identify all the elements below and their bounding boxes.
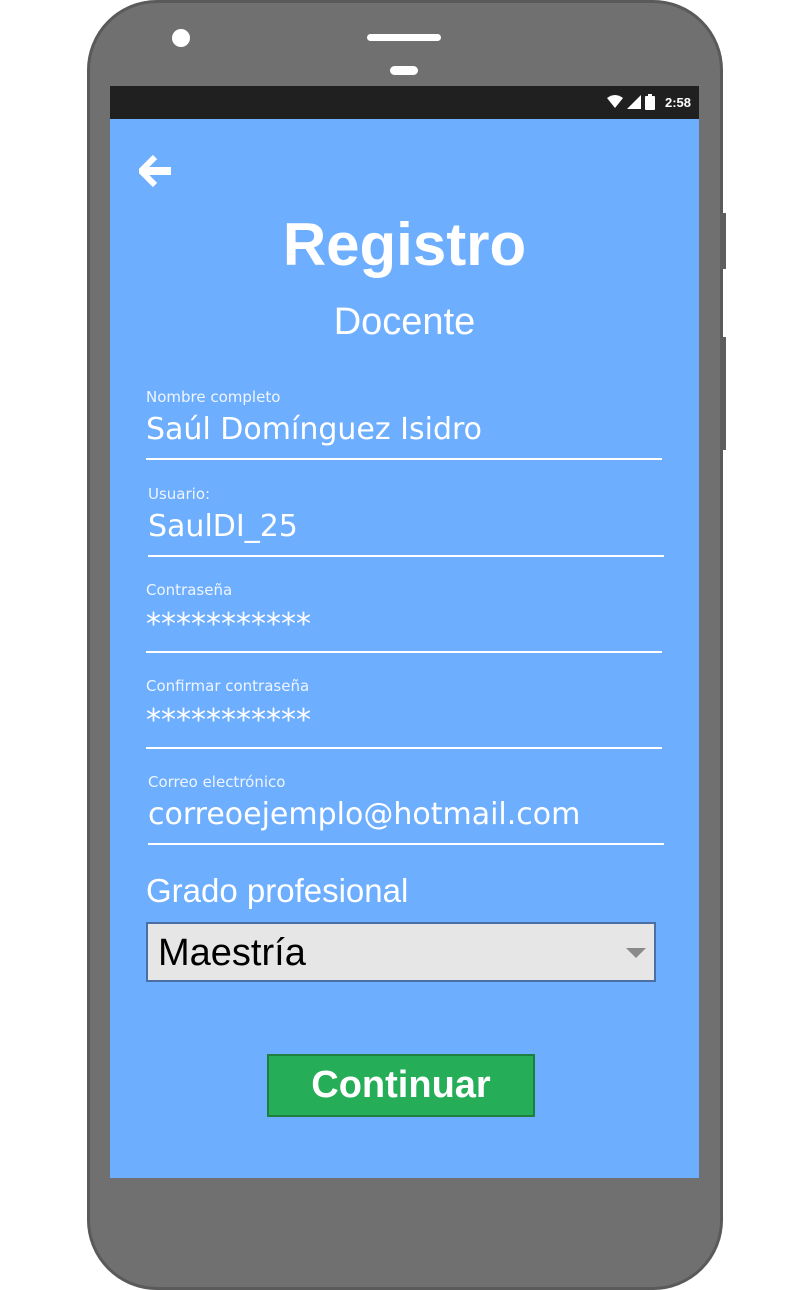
nombre-label: Nombre completo — [146, 388, 281, 406]
nombre-field[interactable]: Nombre completo Saúl Domínguez Isidro — [146, 388, 662, 460]
confirmar-label: Confirmar contraseña — [146, 677, 310, 695]
correo-input[interactable]: correoejemplo@hotmail.com — [148, 797, 664, 832]
grado-selected-value: Maestría — [158, 932, 306, 974]
proximity-sensor — [390, 66, 418, 75]
page-subtitle: Docente — [333, 301, 476, 343]
wifi-icon — [606, 95, 623, 108]
front-camera — [172, 29, 190, 47]
arrow-left-icon — [139, 155, 171, 187]
confirmar-field[interactable]: Confirmar contraseña *********** — [146, 677, 662, 749]
signal-icon — [626, 95, 641, 109]
correo-field[interactable]: Correo electrónico correoejemplo@hotmail… — [148, 773, 664, 845]
contrasena-field[interactable]: Contraseña *********** — [146, 581, 662, 653]
page-title: Registro — [282, 211, 527, 278]
earpiece-speaker — [367, 34, 441, 41]
usuario-input[interactable]: SaulDI_25 — [148, 509, 664, 544]
back-button[interactable] — [138, 154, 174, 188]
confirmar-input[interactable]: *********** — [146, 703, 662, 738]
chevron-down-icon — [626, 948, 646, 958]
status-time: 2:58 — [664, 94, 691, 110]
grado-label: Grado profesional — [146, 872, 409, 909]
grado-select[interactable]: Maestría — [146, 922, 656, 982]
app-screen: 2:58 Registro Docente Nombre completo Sa… — [110, 86, 699, 1178]
nombre-input[interactable]: Saúl Domínguez Isidro — [146, 412, 662, 447]
status-icons: 2:58 — [606, 90, 691, 114]
usuario-field[interactable]: Usuario: SaulDI_25 — [148, 485, 664, 557]
contrasena-label: Contraseña — [146, 581, 233, 599]
power-button — [720, 337, 726, 450]
contrasena-input[interactable]: *********** — [146, 607, 662, 642]
usuario-label: Usuario: — [148, 485, 211, 503]
volume-button — [720, 213, 726, 269]
correo-label: Correo electrónico — [148, 773, 286, 791]
battery-icon — [644, 94, 655, 110]
status-bar: 2:58 — [110, 86, 699, 119]
continue-button[interactable]: Continuar — [267, 1054, 535, 1117]
